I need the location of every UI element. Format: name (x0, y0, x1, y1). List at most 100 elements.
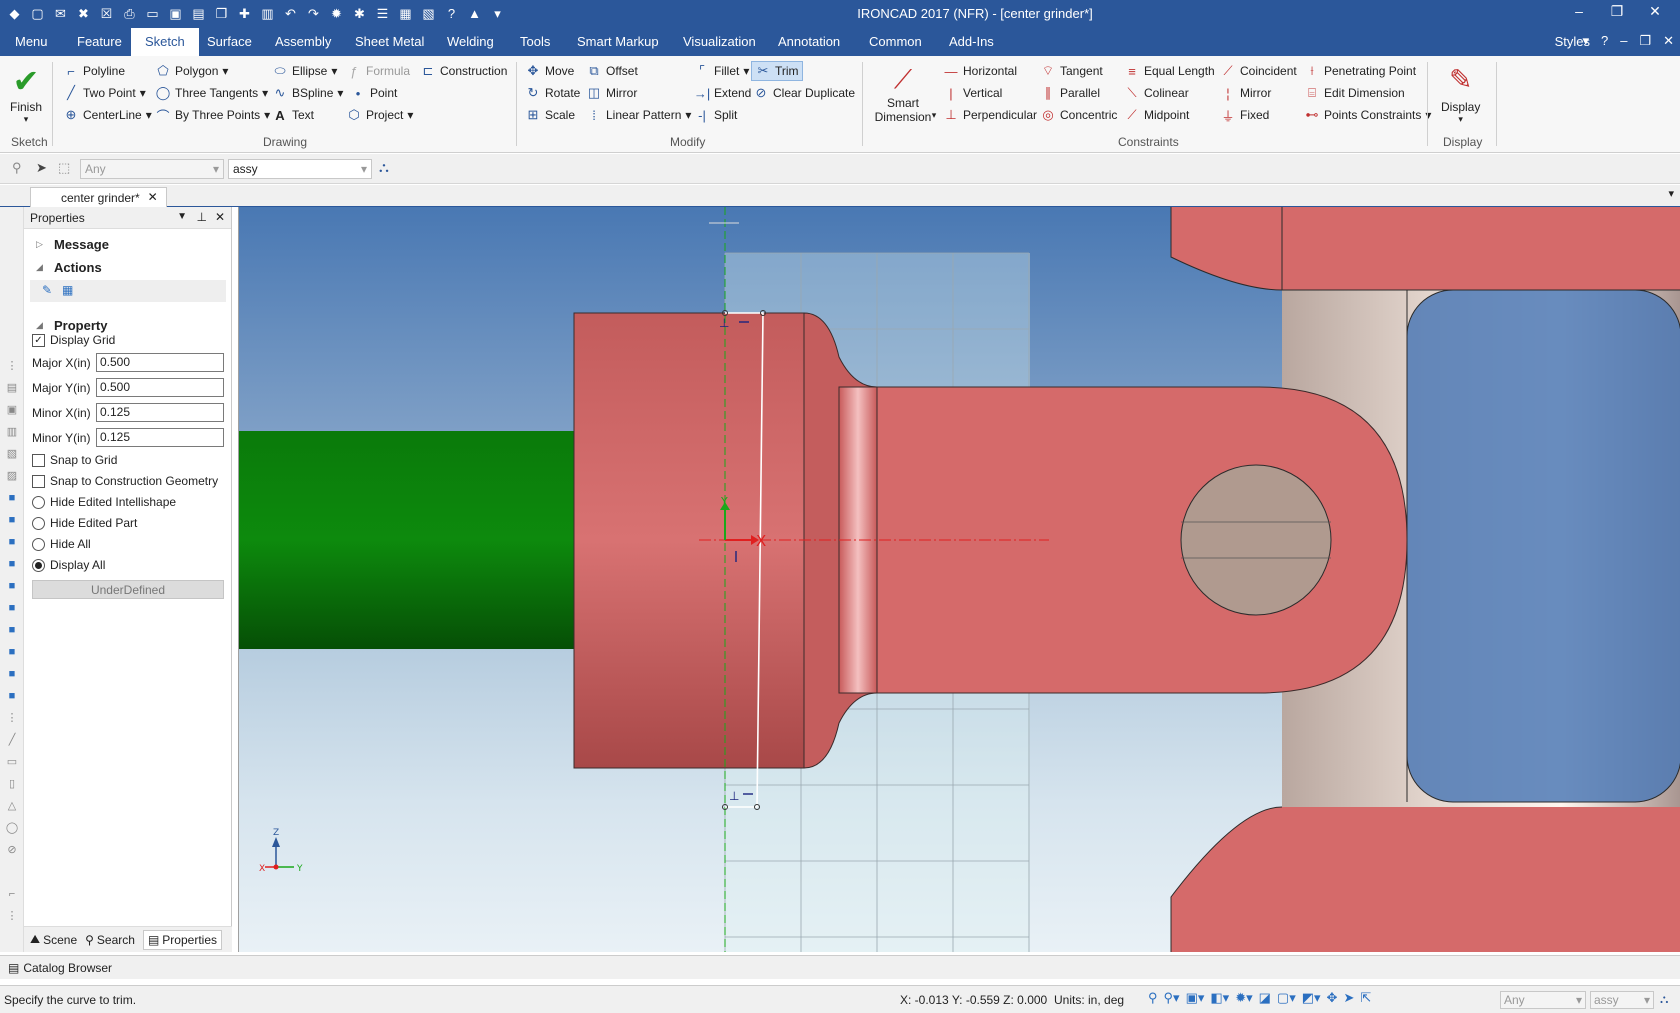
section-property[interactable]: Property (54, 318, 107, 333)
tab-assembly[interactable]: Assembly (275, 34, 331, 49)
minor-x-input[interactable]: 0.125 (96, 403, 224, 422)
strip-tool-icon[interactable]: ╱ (5, 733, 19, 747)
view-cube-icon[interactable]: ▣▾ (1186, 990, 1205, 1006)
polygon-button[interactable]: ⬠ Polygon ▾ (155, 63, 228, 79)
mirror-button[interactable]: ◫ Mirror (586, 85, 637, 101)
tab-visualization[interactable]: Visualization (683, 34, 756, 49)
zoom-icon[interactable]: ⚲ (1148, 990, 1158, 1006)
midpoint-button[interactable]: ⟋ Midpoint (1124, 107, 1189, 123)
edit-sketch-icon[interactable]: ✎ (42, 283, 52, 297)
strip-shape-icon[interactable]: ■ (5, 667, 19, 681)
selection-filter-icon[interactable]: ⚲ (12, 160, 22, 176)
finish-button[interactable]: ✔ Finish ▾ (10, 62, 42, 125)
walk-icon[interactable]: ✥ (1327, 990, 1338, 1006)
three-tangents-button[interactable]: ◯ Three Tangents ▾ (155, 85, 268, 101)
filter-pointer-icon[interactable]: ⇱ (1360, 990, 1371, 1006)
help-icon[interactable]: ? (1601, 33, 1608, 49)
tab-surface[interactable]: Surface (207, 34, 252, 49)
strip-tool-icon[interactable]: ⊘ (5, 843, 19, 857)
tab-sketch[interactable]: Sketch (131, 28, 199, 56)
tab-search[interactable]: ⚲ Search (85, 933, 135, 947)
panel-close-icon[interactable]: ✕ (215, 210, 225, 224)
text-button[interactable]: A Text (272, 107, 314, 123)
zoom-dropdown-icon[interactable]: ⚲▾ (1164, 990, 1180, 1006)
rotate-button[interactable]: ↻ Rotate (525, 85, 581, 101)
sketch-settings-icon[interactable]: ▦ (62, 283, 73, 297)
penetrating-point-button[interactable]: ⟊ Penetrating Point (1304, 63, 1416, 79)
offset-button[interactable]: ⧉ Offset (586, 63, 637, 79)
doc-close-icon[interactable]: ✕ (1663, 33, 1674, 49)
display-button[interactable]: ✎ Display ▾ (1441, 60, 1480, 125)
assembly-tree-icon[interactable]: ⛬ (1660, 992, 1668, 1007)
tab-feature[interactable]: Feature (77, 34, 122, 49)
strip-tool-icon[interactable]: △ (5, 799, 19, 813)
minor-y-input[interactable]: 0.125 (96, 428, 224, 447)
equal-length-button[interactable]: ≡ Equal Length (1124, 63, 1215, 79)
bspline-button[interactable]: ∿ BSpline ▾ (272, 85, 344, 101)
snap-construction-checkbox[interactable]: Snap to Construction Geometry (32, 474, 218, 488)
styles-dropdown-icon[interactable]: ▾ (1582, 33, 1589, 49)
strip-tool-icon[interactable]: ⋮ (5, 909, 19, 923)
lighting-icon[interactable]: ✹▾ (1235, 990, 1252, 1006)
3d-viewport[interactable]: ⊥ ⊥ X Y Z X Y (238, 207, 1680, 952)
strip-tool-icon[interactable]: ⋮ (5, 711, 19, 725)
tab-welding[interactable]: Welding (447, 34, 494, 49)
perpendicular-button[interactable]: ⊥ Perpendicular (943, 107, 1037, 123)
snap-to-grid-checkbox[interactable]: Snap to Grid (32, 453, 117, 467)
constraint-mirror-button[interactable]: ¦ Mirror (1220, 85, 1271, 101)
filter-select[interactable]: Any ▾ (80, 159, 224, 179)
assembly-tree-icon[interactable]: ⛬ (379, 159, 389, 176)
select-box-icon[interactable]: ⬚ (58, 160, 70, 176)
tab-close-icon[interactable]: ✕ (148, 190, 158, 204)
pointer-icon[interactable]: ➤ (36, 160, 47, 176)
strip-tool-icon[interactable]: ▧ (5, 447, 19, 461)
close-icon[interactable]: ✕ (1636, 3, 1674, 20)
coincident-button[interactable]: ⟋ Coincident (1220, 63, 1296, 79)
formula-button[interactable]: ƒ Formula (346, 63, 410, 79)
collapse-icon[interactable]: ◢ (36, 320, 43, 331)
two-point-button[interactable]: ╱ Two Point ▾ (63, 85, 146, 101)
catalog-browser-bar[interactable]: ▤ Catalog Browser (0, 955, 1680, 979)
section-icon[interactable]: ◪ (1259, 990, 1271, 1006)
smart-dimension-button[interactable]: ⟋ Smart Dimension ▾ (868, 62, 938, 124)
section-actions[interactable]: Actions (54, 260, 102, 275)
horizontal-button[interactable]: — Horizontal (943, 63, 1018, 79)
document-tab[interactable]: center grinder* ✕ (30, 187, 167, 207)
tab-smart-markup[interactable]: Smart Markup (577, 34, 659, 49)
assembly-select[interactable]: assy ▾ (228, 159, 372, 179)
construction-button[interactable]: ⊏ Construction (420, 63, 508, 79)
parallel-button[interactable]: ∥ Parallel (1040, 85, 1100, 101)
strip-shape-icon[interactable]: ■ (5, 535, 19, 549)
strip-shape-icon[interactable]: ■ (5, 689, 19, 703)
ellipse-button[interactable]: ⬭ Ellipse ▾ (272, 63, 337, 79)
scale-button[interactable]: ⊞ Scale (525, 107, 575, 123)
strip-shape-icon[interactable]: ■ (5, 623, 19, 637)
split-button[interactable]: -| Split (694, 107, 737, 123)
strip-shape-icon[interactable]: ■ (5, 645, 19, 659)
radio-display-all[interactable]: Display All (32, 558, 105, 572)
edit-dimension-button[interactable]: ⌸ Edit Dimension (1304, 85, 1405, 101)
strip-tool-icon[interactable]: ▭ (5, 755, 19, 769)
status-assy-select[interactable]: assy ▾ (1590, 991, 1654, 1009)
extend-button[interactable]: →| Extend (694, 85, 752, 101)
strip-shape-icon[interactable]: ■ (5, 601, 19, 615)
strip-tool-icon[interactable]: ⌐ (5, 887, 19, 901)
camera-icon[interactable]: ◩▾ (1302, 990, 1321, 1006)
status-filter-select[interactable]: Any ▾ (1500, 991, 1586, 1009)
strip-shape-icon[interactable]: ■ (5, 579, 19, 593)
radio-hide-edited-part[interactable]: Hide Edited Part (32, 516, 137, 530)
restore-icon[interactable]: ❐ (1598, 3, 1636, 20)
tab-tools[interactable]: Tools (520, 34, 550, 49)
major-y-input[interactable]: 0.500 (96, 378, 224, 397)
tab-properties[interactable]: ▤ Properties (142, 929, 222, 950)
tab-sheet-metal[interactable]: Sheet Metal (355, 34, 424, 49)
major-x-input[interactable]: 0.500 (96, 353, 224, 372)
tangent-button[interactable]: ⌔ Tangent (1040, 63, 1103, 79)
project-button[interactable]: ⬡ Project ▾ (346, 107, 413, 123)
vertical-button[interactable]: | Vertical (943, 85, 1002, 101)
centerline-button[interactable]: ⊕ CenterLine ▾ (63, 107, 152, 123)
display-mode-icon[interactable]: ▢▾ (1277, 990, 1296, 1006)
clear-duplicate-button[interactable]: ⊘ Clear Duplicate (753, 85, 856, 101)
collapse-icon[interactable]: ◢ (36, 262, 43, 273)
strip-shape-icon[interactable]: ■ (5, 513, 19, 527)
